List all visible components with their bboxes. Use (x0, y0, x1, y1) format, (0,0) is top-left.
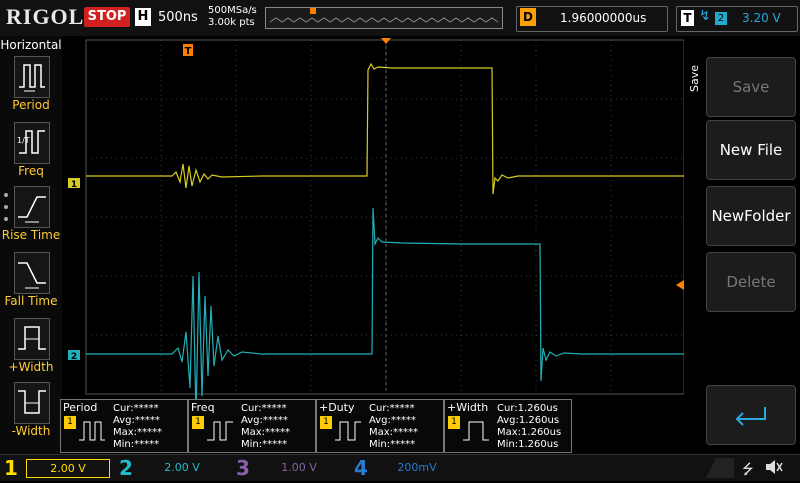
measurement-min: Min:***** (113, 439, 160, 450)
channel-scale: 200mV (397, 461, 437, 474)
acquisition-info: 500MSa/s 3.00k pts (208, 5, 257, 29)
channel-number: 4 (354, 456, 368, 480)
trigger-level: 3.20 V (742, 11, 781, 25)
return-arrow-icon (735, 406, 766, 426)
channel-scale: 2.00 V (26, 459, 110, 478)
ch2-offset-marker[interactable]: 2 (68, 350, 80, 362)
measurement-channel: 1 (448, 416, 460, 429)
svg-text:T: T (185, 46, 192, 57)
freq-icon: 1/T (14, 122, 50, 164)
scroll-dots (4, 193, 8, 221)
measure-period-label: Period (12, 98, 50, 112)
measurement-channel: 1 (192, 416, 204, 429)
delay-value: 1.96000000us (560, 11, 647, 25)
measurement-min: Min:***** (369, 439, 416, 450)
measurement-name: Period (63, 401, 98, 414)
channel-scale: 1.00 V (281, 461, 317, 474)
delay-badge: D (520, 8, 536, 26)
svg-text:1: 1 (71, 180, 77, 190)
measurement-channel: 1 (64, 416, 76, 429)
graticule-frame (85, 39, 685, 395)
svg-text:2: 2 (71, 352, 77, 362)
usb-icon: ⭍ (742, 462, 754, 478)
measurement-sidebar: Horizontal Period 1/T Freq Rise Time Fal… (0, 36, 62, 454)
top-status-bar: RIGOL STOP H 500ns 500MSa/s 3.00k pts D … (0, 0, 800, 36)
measurement-avg: Avg:***** (113, 415, 160, 426)
rigol-logo: RIGOL (6, 4, 85, 29)
new-file-button[interactable]: New File (706, 120, 796, 180)
measurement-pos-width[interactable]: +Width 1 Cur:1.260us Avg:1.260us Max:1.2… (444, 399, 572, 453)
measurement-max: Max:1.260us (497, 427, 562, 438)
trigger-delay-marker (381, 38, 391, 44)
measurement-cur: Cur:1.260us (497, 403, 558, 414)
memory-waveform-preview (269, 8, 499, 23)
rise-time-icon (14, 186, 50, 228)
sidebar-title: Horizontal (0, 38, 62, 52)
trigger-position-marker[interactable]: T (183, 44, 193, 57)
trigger-edge-icon: ↯ (699, 8, 711, 24)
channel-number: 2 (119, 456, 133, 480)
trigger-source-channel: 2 (715, 12, 727, 25)
pos-width-icon (14, 318, 50, 360)
freq-icon (207, 421, 233, 441)
speaker-muted-icon[interactable] (764, 457, 784, 481)
measurement-max: Max:***** (241, 427, 291, 438)
measure-rise-time-label: Rise Time (1, 228, 61, 242)
measurement-cur: Cur:***** (113, 403, 159, 414)
measurement-max: Max:***** (113, 427, 163, 438)
measurement-min: Min:1.260us (497, 439, 559, 450)
measurement-cur: Cur:***** (241, 403, 287, 414)
new-folder-button[interactable]: NewFolder (706, 186, 796, 246)
channel-scale: 2.00 V (164, 461, 200, 474)
ch2-trace (86, 207, 684, 417)
measure-neg-width-label: -Width (11, 424, 51, 438)
measurement-freq[interactable]: Freq 1 Cur:***** Avg:***** Max:***** Min… (188, 399, 316, 453)
measurement-cur: Cur:***** (369, 403, 415, 414)
channel-status-bar: 1 2.00 V 2 2.00 V 3 1.00 V 4 200mV ⭍ (0, 454, 800, 481)
pos-width-icon (463, 421, 489, 441)
measurement-name: Freq (191, 401, 215, 414)
graticule-grid (86, 40, 684, 394)
run-stop-indicator[interactable]: STOP (84, 7, 130, 27)
measurement-min: Min:***** (241, 439, 288, 450)
measure-pos-width-label: +Width (8, 360, 54, 374)
measurement-avg: Avg:***** (369, 415, 416, 426)
sample-rate: 500MSa/s (208, 5, 257, 16)
measurement-period[interactable]: Period 1 Cur:***** Avg:***** Max:***** M… (60, 399, 188, 453)
fall-time-icon (14, 252, 50, 294)
timebase-value[interactable]: 500ns (158, 10, 198, 25)
channel-number: 1 (4, 456, 18, 480)
measurement-avg: Avg:1.260us (497, 415, 560, 426)
waveform-display[interactable]: T 1 2 (4, 36, 685, 454)
measure-freq-label: Freq (18, 164, 44, 178)
trigger-level-marker[interactable] (676, 280, 684, 290)
menu-notch (706, 458, 734, 478)
measurement-avg: Avg:***** (241, 415, 288, 426)
return-button[interactable] (706, 385, 796, 445)
measurement-max: Max:***** (369, 427, 419, 438)
measurement-name: +Duty (319, 401, 355, 414)
delete-button[interactable]: Delete (706, 252, 796, 312)
measurement-channel: 1 (320, 416, 332, 429)
duty-icon (335, 421, 361, 441)
period-icon (14, 56, 50, 98)
measure-fall-time-label: Fall Time (4, 294, 58, 308)
svg-text:1/T: 1/T (17, 136, 30, 145)
memory-depth: 3.00k pts (208, 17, 255, 28)
ch1-offset-marker[interactable]: 1 (68, 178, 80, 190)
neg-width-icon (14, 382, 50, 424)
ch1-trace (86, 62, 684, 195)
memory-overview-bar[interactable] (265, 7, 503, 29)
save-button[interactable]: Save (706, 57, 796, 117)
measurement-duty[interactable]: +Duty 1 Cur:***** Avg:***** Max:***** Mi… (316, 399, 444, 453)
horizontal-badge: H (135, 8, 151, 26)
period-icon (79, 421, 105, 441)
trigger-badge: T (681, 10, 694, 26)
channel-number: 3 (236, 456, 250, 480)
side-menu-title: Save (688, 64, 701, 92)
measurement-name: +Width (447, 401, 489, 414)
